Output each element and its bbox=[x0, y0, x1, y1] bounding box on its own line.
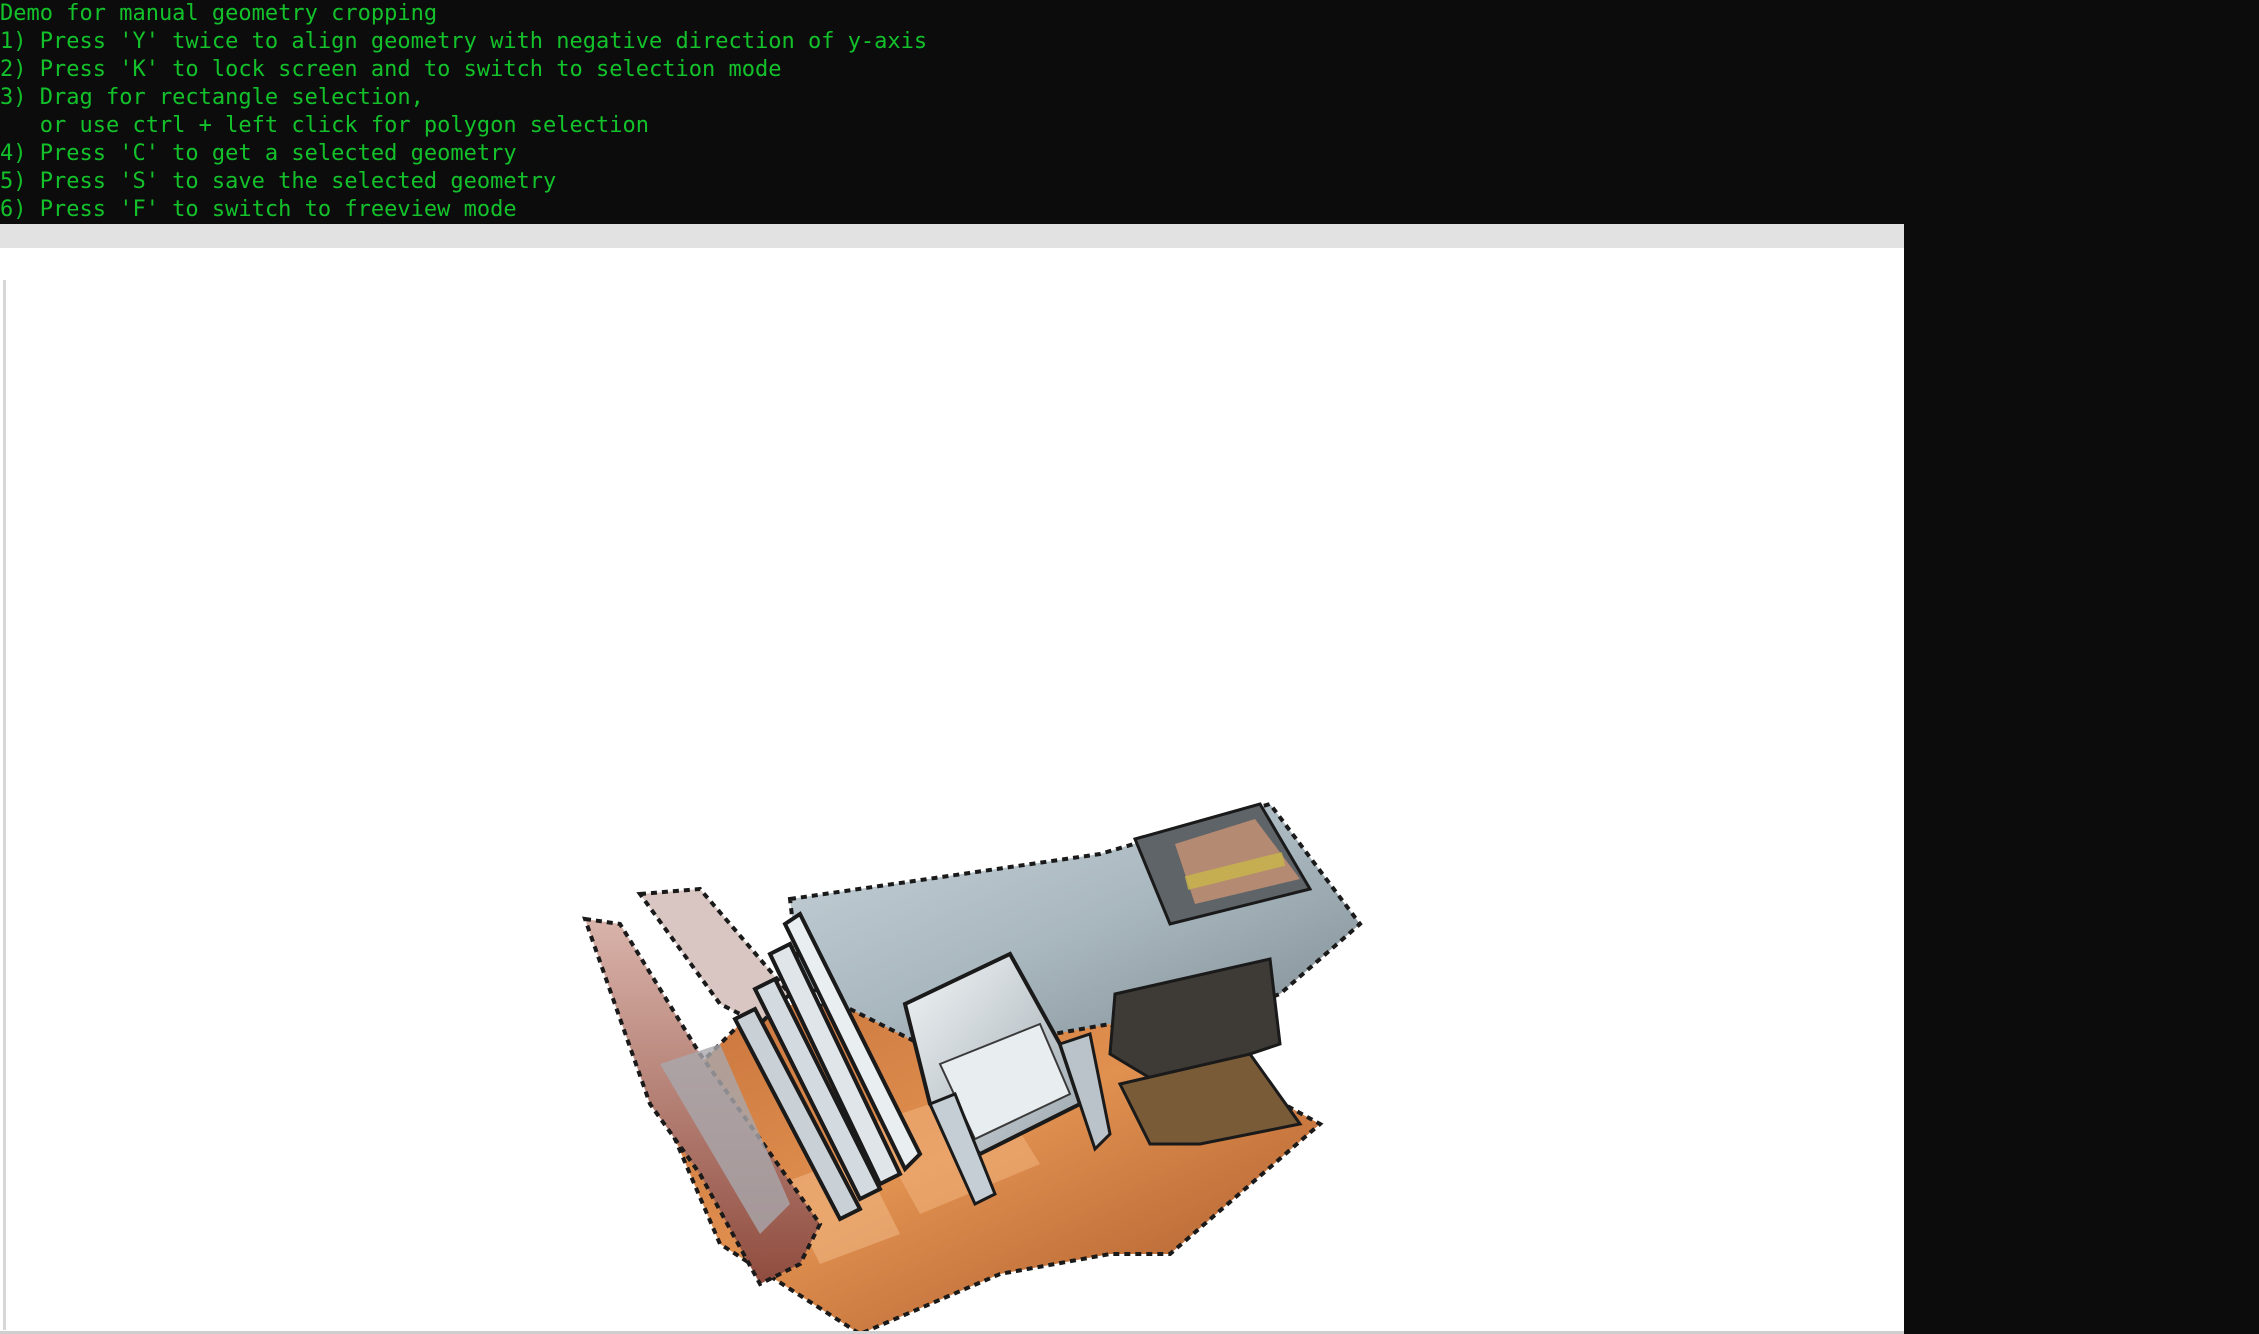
console-line-step-5: 5) Press 'S' to save the selected geomet… bbox=[0, 169, 557, 194]
console-line-step-4: 4) Press 'C' to get a selected geometry bbox=[0, 141, 517, 166]
console-output: Demo for manual geometry cropping 1) Pre… bbox=[0, 0, 2259, 224]
viewer-title-bar[interactable] bbox=[0, 224, 1904, 248]
point-cloud-room-scene bbox=[582, 801, 1363, 1334]
geometry-viewer-window[interactable] bbox=[0, 224, 1904, 1334]
console-line-step-3b: or use ctrl + left click for polygon sel… bbox=[0, 113, 650, 138]
console-line-step-6: 6) Press 'F' to switch to freeview mode bbox=[0, 197, 517, 222]
console-line-step-2: 2) Press 'K' to lock screen and to switc… bbox=[0, 57, 782, 82]
console-line-title: Demo for manual geometry cropping bbox=[0, 1, 438, 26]
render-canvas[interactable] bbox=[0, 248, 1904, 1334]
console-line-step-3: 3) Drag for rectangle selection, bbox=[0, 85, 424, 110]
console-line-step-1: 1) Press 'Y' twice to align geometry wit… bbox=[0, 29, 928, 54]
